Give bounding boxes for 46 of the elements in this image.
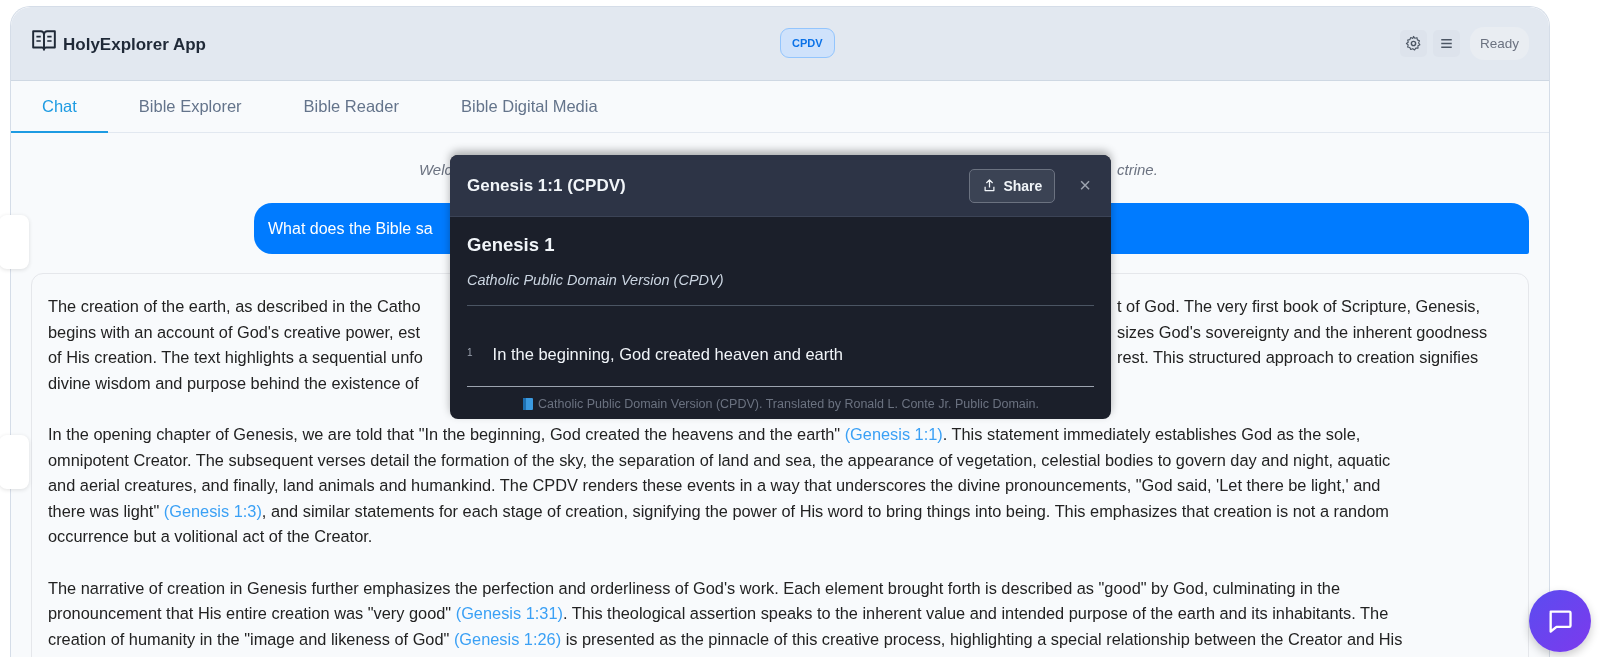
verse-link[interactable]: (Genesis 1:3): [163, 501, 262, 520]
close-button[interactable]: ×: [1075, 174, 1095, 197]
chat-button[interactable]: [1529, 590, 1591, 652]
answer-text: creation of humanity in the "image and likeness of God": [48, 629, 450, 648]
welcome-text: ctrine.: [1117, 160, 1159, 178]
answer-text: rest. This structured approach to creation signifies: [1117, 348, 1479, 367]
answer-text: The narrative of creation in Genesis further emphasizes the perfection and orderliness of God's work. Each element brought forth is described as "good" by God, culminating in the: [48, 578, 1341, 597]
app-title: HolyExplorer App: [63, 34, 206, 55]
verse-number: 1: [467, 347, 473, 358]
version-name: Catholic Public Domain Version (CPDV): [467, 272, 725, 288]
answer-text: there was light": [48, 501, 160, 520]
answer-text: pronouncement that His entire creation was "very good": [48, 604, 452, 623]
popup-footer: Catholic Public Domain Version (CPDV). Translated by Ronald L. Conte Jr. Public Domain.: [538, 397, 1039, 411]
menu-button[interactable]: [1432, 30, 1460, 57]
verse-link[interactable]: (Genesis 1:26): [453, 629, 562, 648]
answer-text: occurrence but a volitional act of the Creator.: [48, 527, 373, 546]
verse-text: In the beginning, God created heaven and earth: [492, 345, 843, 364]
verse-link[interactable]: (Genesis 1:1): [844, 424, 943, 443]
answer-text: . This theological assertion speaks to the inherent value and intended purpose of the earth and its inhabitants. The: [562, 604, 1389, 623]
upload-icon: [982, 178, 998, 193]
tab[interactable]: Bible Explorer: [107, 81, 273, 133]
answer-text: In the opening chapter of Genesis, we are told that "In the beginning, God created the heavens and the earth": [48, 424, 841, 443]
version-badge: CPDV: [780, 28, 835, 58]
menu-icon: [1438, 36, 1454, 51]
verse-link[interactable]: (Genesis 1:31): [455, 604, 563, 623]
book-icon: [522, 397, 535, 411]
answer-text: t of God. The very first book of Scripture, Genesis,: [1117, 297, 1481, 315]
status-indicator: Ready: [1469, 27, 1529, 60]
popup-title: Genesis 1:1 (CPDV): [467, 175, 626, 196]
settings-button[interactable]: [1399, 30, 1427, 57]
tab[interactable]: Bible Reader: [272, 81, 430, 133]
answer-text: The creation of the earth, as described in the Catho: [48, 297, 421, 315]
answer-text: and aerial creatures, and finally, land animals and humankind. The CPDV renders these events in a way that underscores the divine pronouncements, "God said, 'Let there be light,' and: [48, 476, 1381, 495]
answer-text: , and similar statements for each stage of creation, signifying the power of His word to bring things into being. This emphasizes that creation is not a random: [261, 501, 1389, 520]
chapter-heading: Genesis 1: [467, 234, 556, 256]
answer-text: divine wisdom and purpose behind the existence of: [48, 373, 419, 392]
answer-text: begins with an account of God's creative power, est: [48, 322, 420, 341]
answer-text: of His creation. The text highlights a sequential unfo: [48, 348, 423, 367]
answer-text: omnipotent Creator. The subsequent verses detail the formation of the sky, the separation of land and sea, the appearance of vegetation, celestial bodies to govern day and night, aquatic: [48, 450, 1391, 469]
answer-text: is presented as the pinnacle of this creative process, highlighting a special relationship between the Creator and His: [564, 629, 1403, 648]
answer-text: . This statement immediately establishes God as the sole,: [942, 424, 1361, 443]
answer-text: sizes God's sovereignty and the inherent goodness: [1117, 322, 1488, 341]
welcome-text: Welc: [418, 160, 452, 178]
share-button[interactable]: Share: [969, 168, 1056, 203]
settings-icon: [1404, 35, 1422, 52]
tab[interactable]: Bible Digital Media: [429, 81, 629, 133]
